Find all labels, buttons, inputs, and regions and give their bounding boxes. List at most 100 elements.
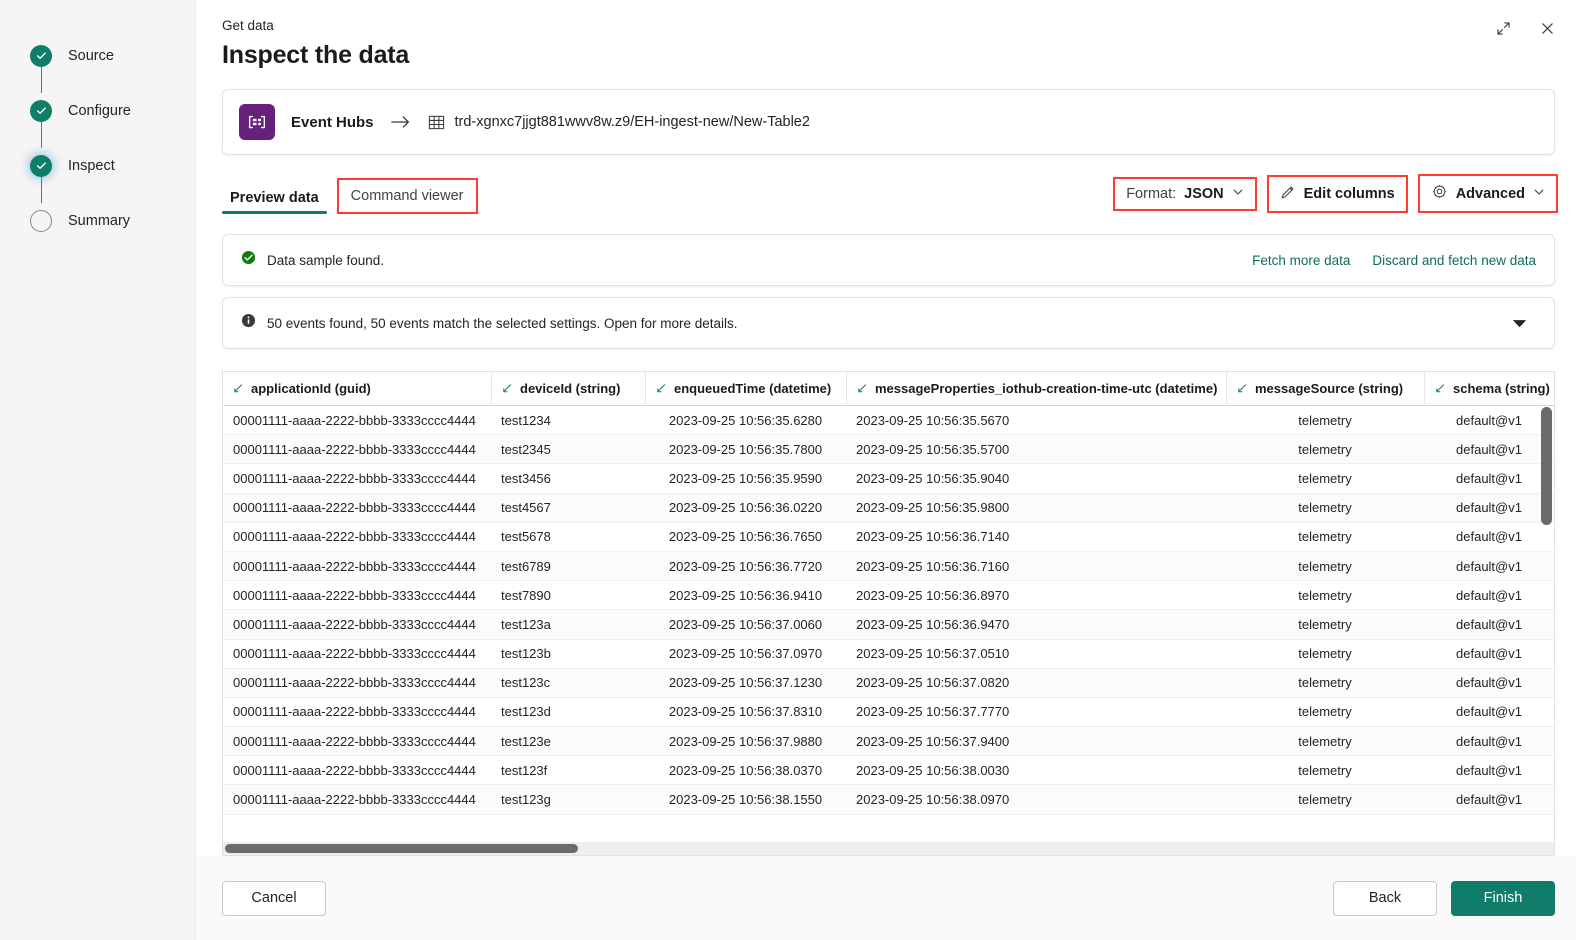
table-cell: 00001111-aaaa-2222-bbbb-3333cccc4444	[233, 704, 476, 720]
column-header-label: schema (string)	[1453, 381, 1550, 396]
check-icon	[36, 107, 46, 114]
table-cell: 2023-09-25 10:56:35.9590	[668, 470, 823, 486]
table-cell: 00001111-aaaa-2222-bbbb-3333cccc4444	[233, 792, 476, 808]
column-header-applicationid[interactable]: applicationId (guid)	[223, 372, 491, 406]
table-row[interactable]: 00001111-aaaa-2222-bbbb-3333cccc4444 test…	[223, 493, 1554, 523]
table-cell: 2023-09-25 10:56:36.9410	[668, 587, 823, 603]
horizontal-scrollbar[interactable]	[223, 842, 1554, 855]
grid-header-row: applicationId (guid) deviceId (string) e…	[223, 372, 1554, 406]
table-cell: 2023-09-25 10:56:36.7650	[668, 529, 823, 545]
tabs-and-toolbar: Preview data Command viewer Format: JSON	[222, 172, 1559, 214]
column-header-messageproperties-iothub-creation-time-utc[interactable]: messageProperties_iothub-creation-time-u…	[846, 372, 1226, 406]
fetch-more-data-link[interactable]: Fetch more data	[1252, 253, 1350, 268]
table-row[interactable]: 00001111-aaaa-2222-bbbb-3333cccc4444 test…	[223, 727, 1554, 757]
vertical-scrollbar-thumb[interactable]	[1541, 407, 1552, 525]
caret-down-icon[interactable]	[1503, 313, 1536, 333]
table-cell: 2023-09-25 10:56:37.1230	[668, 675, 823, 691]
table-row[interactable]: 00001111-aaaa-2222-bbbb-3333cccc4444 test…	[223, 640, 1554, 669]
table-row[interactable]: 00001111-aaaa-2222-bbbb-3333cccc4444 test…	[223, 435, 1554, 465]
breadcrumb: Get data	[222, 18, 274, 33]
check-icon	[36, 52, 46, 59]
close-glyph	[1541, 22, 1553, 34]
pencil-glyph	[1281, 186, 1294, 198]
table-row[interactable]: 00001111-aaaa-2222-bbbb-3333cccc4444 test…	[223, 698, 1554, 728]
sidebar-step-inspect[interactable]: Inspect	[30, 138, 195, 203]
table-cell: 2023-09-25 10:56:36.7160	[856, 558, 1010, 574]
advanced-button[interactable]: Advanced	[1417, 174, 1559, 213]
table-row[interactable]: 00001111-aaaa-2222-bbbb-3333cccc4444 test…	[223, 668, 1554, 698]
edit-columns-button[interactable]: Edit columns	[1266, 174, 1408, 213]
close-icon[interactable]	[1535, 16, 1559, 40]
table-cell: 2023-09-25 10:56:37.0820	[856, 675, 1010, 691]
sort-filter-icon	[503, 384, 512, 393]
back-button[interactable]: Back	[1333, 880, 1437, 916]
column-header-label: messageSource (string)	[1255, 381, 1404, 396]
table-row[interactable]: 00001111-aaaa-2222-bbbb-3333cccc4444 test…	[223, 756, 1554, 786]
column-header-schema[interactable]: schema (string)	[1424, 372, 1554, 406]
column-header-enqueuedtime[interactable]: enqueuedTime (datetime)	[645, 372, 846, 406]
step-marker-current-icon	[30, 154, 52, 177]
step-marker-done-icon	[30, 44, 52, 67]
expand-icon[interactable]	[1491, 16, 1515, 40]
table-row[interactable]: 00001111-aaaa-2222-bbbb-3333cccc4444 test…	[223, 610, 1554, 640]
format-dropdown[interactable]: Format: JSON	[1113, 176, 1257, 211]
events-info-banner: 50 events found, 50 events match the sel…	[222, 297, 1555, 349]
sort-filter-icon	[1238, 384, 1247, 393]
table-cell: default@v1	[1456, 412, 1522, 428]
table-row[interactable]: 00001111-aaaa-2222-bbbb-3333cccc4444 test…	[223, 551, 1554, 582]
data-sample-banner: Data sample found. Fetch more data Disca…	[222, 234, 1555, 286]
table-cell: 00001111-aaaa-2222-bbbb-3333cccc4444	[233, 470, 476, 486]
step-marker-done-icon	[30, 99, 52, 122]
gear-icon	[1431, 183, 1448, 204]
cancel-button[interactable]: Cancel	[222, 880, 326, 916]
pencil-icon	[1280, 184, 1296, 204]
table-cell: test3456	[501, 470, 551, 486]
sidebar-step-source[interactable]: Source	[30, 28, 195, 93]
table-row[interactable]: 00001111-aaaa-2222-bbbb-3333cccc4444 test…	[223, 523, 1554, 552]
banner-actions: Fetch more data Discard and fetch new da…	[1252, 253, 1536, 268]
table-cell: test6789	[501, 558, 551, 574]
sidebar-step-summary[interactable]: Summary	[30, 193, 195, 248]
data-sample-status-text: Data sample found.	[267, 252, 385, 268]
table-row[interactable]: 00001111-aaaa-2222-bbbb-3333cccc4444 test…	[223, 464, 1554, 494]
table-glyph	[428, 115, 444, 129]
table-cell: telemetry	[1298, 733, 1352, 749]
table-cell: test1234	[501, 412, 551, 428]
table-row[interactable]: 00001111-aaaa-2222-bbbb-3333cccc4444 test…	[223, 406, 1554, 436]
table-cell: 2023-09-25 10:56:36.7720	[668, 558, 823, 574]
table-cell: 2023-09-25 10:56:37.0060	[668, 616, 823, 632]
table-cell: 00001111-aaaa-2222-bbbb-3333cccc4444	[233, 412, 476, 428]
info-icon	[241, 313, 256, 333]
tab-command-viewer[interactable]: Command viewer	[336, 178, 478, 214]
gear-glyph	[1432, 184, 1446, 199]
table-cell: 2023-09-25 10:56:35.5670	[856, 412, 1010, 428]
table-cell: test7890	[501, 587, 551, 603]
success-check-glyph	[241, 250, 256, 265]
table-cell: 00001111-aaaa-2222-bbbb-3333cccc4444	[233, 587, 476, 603]
source-name: Event Hubs	[291, 113, 374, 131]
table-row[interactable]: 00001111-aaaa-2222-bbbb-3333cccc4444 test…	[223, 581, 1554, 611]
table-cell: telemetry	[1298, 558, 1352, 574]
column-header-deviceid[interactable]: deviceId (string)	[491, 372, 645, 406]
column-header-label: enqueuedTime (datetime)	[674, 381, 832, 396]
check-icon	[36, 162, 46, 169]
table-cell: 2023-09-25 10:56:37.8310	[668, 704, 823, 720]
table-cell: 2023-09-25 10:56:36.0220	[668, 500, 823, 516]
column-header-messagesource[interactable]: messageSource (string)	[1226, 372, 1424, 406]
vertical-scrollbar[interactable]	[1541, 407, 1552, 835]
table-cell: 2023-09-25 10:56:37.9880	[668, 733, 823, 749]
table-row[interactable]: 00001111-aaaa-2222-bbbb-3333cccc4444 test…	[223, 785, 1554, 815]
advanced-label: Advanced	[1455, 185, 1525, 202]
discard-and-fetch-new-data-link[interactable]: Discard and fetch new data	[1372, 253, 1536, 268]
chevron-down-icon	[1533, 186, 1545, 202]
sidebar-step-configure[interactable]: Configure	[30, 83, 195, 148]
finish-button[interactable]: Finish	[1451, 880, 1555, 916]
format-value: JSON	[1184, 185, 1224, 202]
horizontal-scrollbar-thumb[interactable]	[225, 844, 578, 853]
tab-preview-data[interactable]: Preview data	[222, 190, 327, 214]
table-icon	[428, 114, 445, 131]
table-cell: 2023-09-25 10:56:38.0370	[668, 762, 823, 778]
table-cell: test5678	[501, 529, 551, 545]
table-cell: 2023-09-25 10:56:38.0030	[856, 762, 1010, 778]
chevron-down-icon	[1232, 186, 1244, 202]
